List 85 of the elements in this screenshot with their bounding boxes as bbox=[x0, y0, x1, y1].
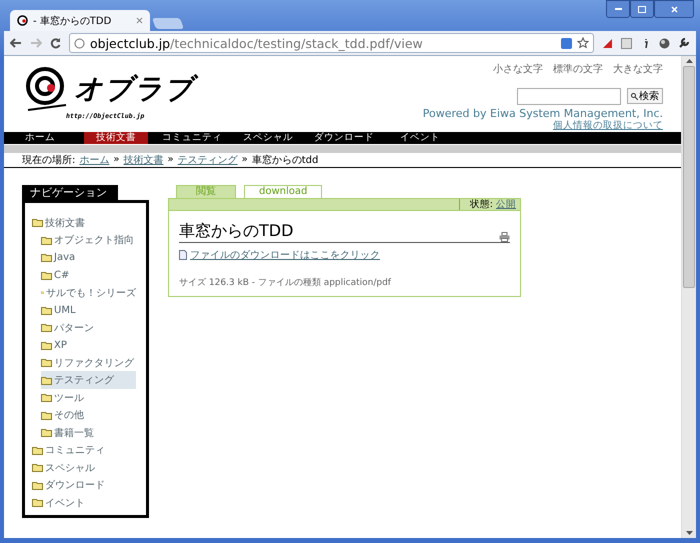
folder-icon bbox=[41, 410, 52, 420]
scrollbar[interactable] bbox=[681, 56, 696, 538]
breadcrumb-link[interactable]: テスティング bbox=[178, 152, 238, 167]
breadcrumb-link[interactable]: ホーム bbox=[79, 152, 110, 167]
breadcrumb-link[interactable]: 技術文書 bbox=[124, 152, 164, 167]
close-icon bbox=[670, 6, 678, 12]
nav-item[interactable]: C# bbox=[41, 266, 136, 284]
folder-icon bbox=[41, 428, 52, 438]
minimize-icon bbox=[614, 8, 622, 10]
folder-icon bbox=[32, 480, 43, 490]
star-icon[interactable] bbox=[577, 37, 589, 49]
folder-icon bbox=[41, 323, 52, 332]
navigation-title: ナビゲーション bbox=[22, 184, 118, 200]
nav-item[interactable]: UML bbox=[41, 301, 136, 319]
menu-item[interactable]: ホーム bbox=[8, 132, 72, 144]
breadcrumb-separator: » bbox=[242, 154, 248, 166]
state-label: 状態: bbox=[470, 198, 493, 210]
font-size-link[interactable]: 小さな文字 bbox=[493, 64, 543, 75]
nav-item[interactable]: パターン bbox=[41, 318, 136, 336]
nav-item[interactable]: ダウンロード bbox=[32, 476, 136, 494]
tab-title: - 車窓からのTDD bbox=[33, 14, 112, 28]
breadcrumb-current: 車窓からのtdd bbox=[252, 154, 318, 167]
extension-icon[interactable] bbox=[561, 38, 572, 48]
state-link[interactable]: 公開 bbox=[496, 198, 516, 210]
scroll-thumb[interactable] bbox=[683, 66, 695, 288]
menu-item[interactable]: スペシャル bbox=[236, 132, 300, 144]
menu-item[interactable]: コミュニティ bbox=[160, 132, 224, 144]
back-icon[interactable] bbox=[10, 38, 22, 48]
folder-icon bbox=[41, 358, 52, 368]
extension-icon[interactable] bbox=[602, 38, 613, 48]
folder-icon bbox=[41, 270, 52, 280]
search-icon bbox=[631, 92, 638, 100]
menu-item[interactable]: イベント bbox=[388, 132, 452, 144]
folder-icon bbox=[41, 393, 52, 402]
maximize-button[interactable] bbox=[630, 0, 654, 18]
logo-text: オブラブ bbox=[74, 70, 202, 108]
download-link[interactable]: ファイルのダウンロードはここをクリック bbox=[190, 248, 380, 262]
nav-item[interactable]: リファクタリング bbox=[41, 354, 136, 372]
folder-icon bbox=[41, 236, 52, 245]
extension-icon[interactable] bbox=[621, 38, 632, 48]
nav-item[interactable]: イベント bbox=[32, 494, 136, 512]
menu-item[interactable]: ダウンロード bbox=[312, 132, 376, 144]
close-button[interactable] bbox=[654, 0, 694, 18]
folder-icon bbox=[41, 376, 52, 385]
nav-item[interactable]: 技術文書 bbox=[32, 214, 136, 232]
logo-icon bbox=[17, 15, 28, 26]
folder-icon bbox=[32, 498, 43, 508]
nav-item[interactable]: オブジェクト指向 bbox=[41, 231, 136, 249]
nav-item[interactable]: Java bbox=[41, 248, 136, 266]
search-field[interactable] bbox=[517, 88, 621, 106]
search-button[interactable]: 検索 bbox=[627, 88, 663, 104]
nav-item[interactable]: テスティング bbox=[41, 371, 136, 389]
folder-icon bbox=[32, 218, 43, 228]
nav-item[interactable]: その他 bbox=[41, 406, 136, 424]
menu-item[interactable]: 技術文書 bbox=[84, 132, 148, 144]
nav-item[interactable]: サルでも！シリーズ bbox=[41, 284, 136, 302]
folder-icon bbox=[32, 446, 43, 455]
nav-item[interactable]: ツール bbox=[41, 388, 136, 406]
address-bar[interactable]: objectclub.jp/technicaldoc/testing/stack_tdd.pdf/view bbox=[69, 33, 594, 53]
browser-tab[interactable]: - 車窓からのTDD bbox=[10, 10, 150, 31]
close-icon[interactable] bbox=[136, 17, 143, 24]
font-size-link[interactable]: 標準の文字 bbox=[553, 64, 603, 75]
nav-item[interactable]: XP bbox=[41, 336, 136, 354]
folder-icon bbox=[41, 340, 52, 350]
document-icon bbox=[179, 250, 187, 260]
nav-item[interactable]: スペシャル bbox=[32, 458, 136, 476]
folder-icon bbox=[41, 306, 52, 315]
font-size-link[interactable]: 大きな文字 bbox=[613, 64, 663, 75]
minimize-button[interactable] bbox=[606, 0, 630, 18]
breadcrumb-label: 現在の場所: bbox=[22, 154, 76, 167]
folder-icon bbox=[32, 463, 43, 472]
nav-item[interactable]: コミュニティ bbox=[32, 441, 136, 459]
content-tab[interactable]: download bbox=[244, 184, 322, 198]
privacy-link[interactable]: 個人情報の取扱について bbox=[553, 121, 663, 132]
powered-by-text: Powered by Eiwa System Management, Inc. bbox=[422, 108, 663, 120]
nav-item[interactable]: 書籍一覧 bbox=[41, 424, 136, 442]
breadcrumb-separator: » bbox=[113, 154, 120, 166]
reload-icon[interactable] bbox=[50, 38, 61, 48]
printer-icon[interactable] bbox=[499, 232, 510, 242]
folder-icon bbox=[41, 253, 52, 262]
breadcrumb-separator: » bbox=[168, 154, 174, 166]
wrench-icon[interactable] bbox=[678, 37, 690, 49]
file-info: サイズ 126.3 kB - ファイルの種類 application/pdf bbox=[179, 276, 392, 289]
maximize-icon bbox=[638, 6, 646, 12]
page-title: 車窓からのTDD bbox=[179, 220, 294, 242]
